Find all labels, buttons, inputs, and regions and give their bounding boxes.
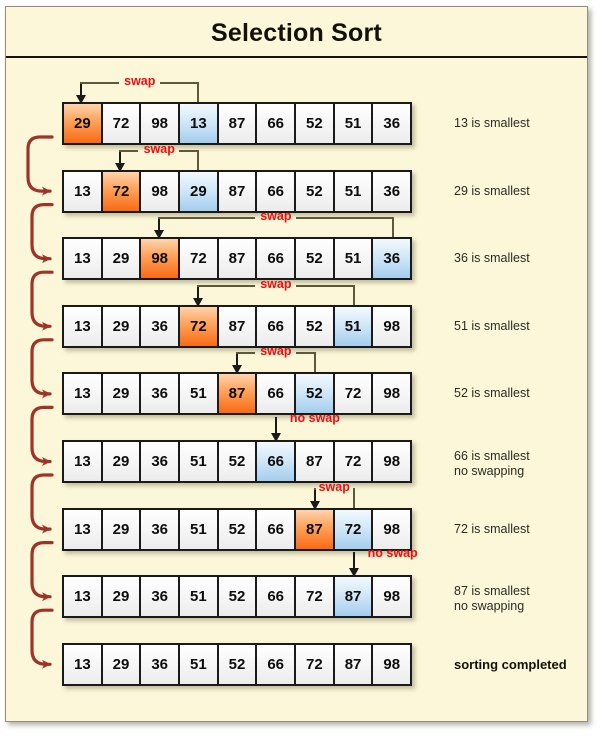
title-bar: Selection Sort [6, 7, 587, 58]
array-cell: 36 [141, 644, 181, 684]
array-cell: 52 [218, 644, 258, 684]
sort-steps-stage: 29 72 98 13 87 66 52 51 36 13 is smallest swap 13 72… [6, 58, 589, 721]
step-note: sorting completed [454, 656, 567, 672]
array-cell: 51 [180, 644, 219, 684]
down-arrow-stem [352, 552, 355, 570]
array-cell: 66 [257, 644, 297, 684]
diagram-frame: Selection Sort 29 72 98 13 87 66 52 51 36 13 is s… [5, 6, 588, 722]
no-swap-label: no swap [367, 546, 418, 561]
array-cell: 87 [334, 644, 374, 684]
down-arrow-head [348, 568, 359, 578]
no-swap-marker: no swap [6, 58, 589, 721]
array-cell: 72 [296, 644, 335, 684]
page-title: Selection Sort [211, 19, 382, 47]
array-row: 13 29 36 51 52 66 72 87 98 [62, 642, 412, 686]
array-cell: 98 [373, 644, 411, 684]
array-cell: 13 [64, 644, 103, 684]
array-cell: 29 [102, 644, 142, 684]
sort-step-row: 13 29 36 51 52 66 72 87 98 [62, 642, 412, 686]
